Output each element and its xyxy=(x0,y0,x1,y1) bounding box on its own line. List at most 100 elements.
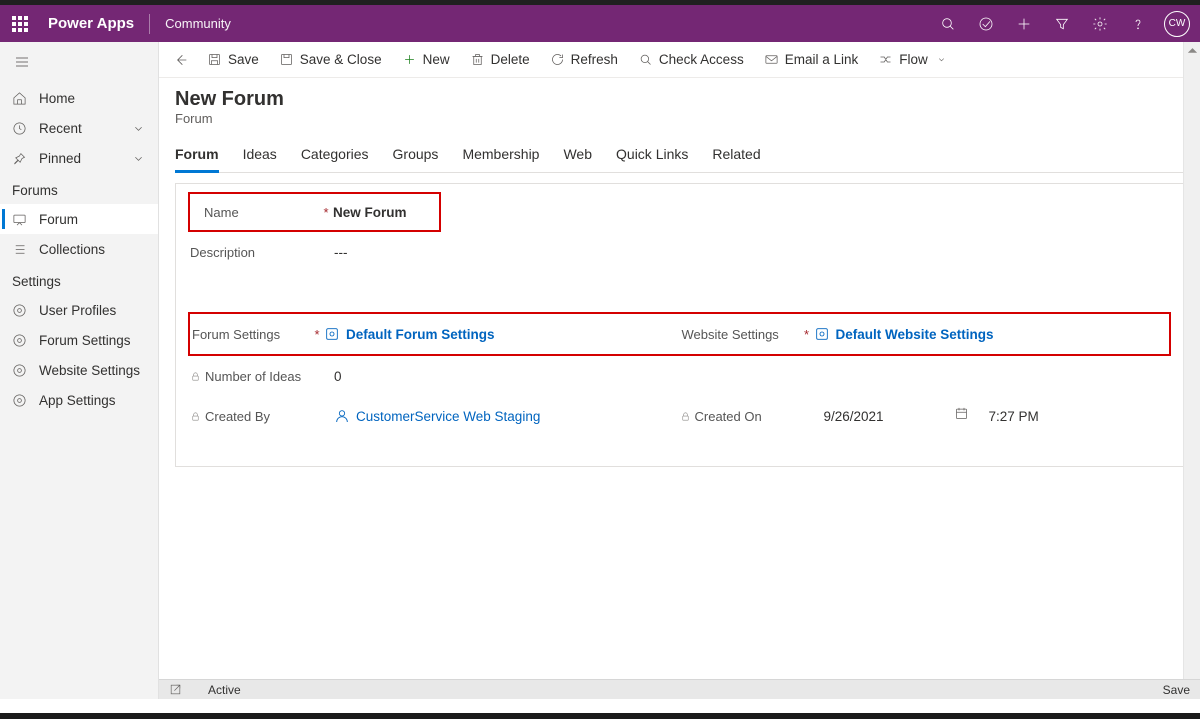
nav-label: Pinned xyxy=(39,151,81,166)
nav-section-forums: Forums xyxy=(0,173,158,204)
number-ideas-value: 0 xyxy=(334,369,342,384)
required-mark: * xyxy=(310,327,324,342)
created-on-label: Created On xyxy=(695,409,762,424)
description-label: Description xyxy=(190,245,255,260)
lock-icon xyxy=(680,411,691,422)
cmd-label: Flow xyxy=(899,52,928,67)
chevron-down-icon xyxy=(131,121,146,136)
number-ideas-label: Number of Ideas xyxy=(205,369,301,384)
sidebar: Home Recent Pinned Forums Forum Collecti… xyxy=(0,42,159,699)
environment-label[interactable]: Community xyxy=(165,16,231,31)
scroll-up-icon[interactable] xyxy=(1184,42,1200,59)
lock-icon xyxy=(190,371,201,382)
main-area: Save Save & Close New Delete Refresh Che… xyxy=(159,42,1200,699)
forum-settings-label: Forum Settings xyxy=(192,327,280,342)
chevron-down-icon xyxy=(936,54,947,65)
footer-band xyxy=(0,713,1200,719)
add-icon[interactable] xyxy=(1006,6,1042,42)
nav-forum-settings[interactable]: Forum Settings xyxy=(0,325,158,355)
target-icon[interactable] xyxy=(968,6,1004,42)
description-value[interactable]: --- xyxy=(334,245,348,260)
nav-app-settings[interactable]: App Settings xyxy=(0,385,158,415)
website-settings-label: Website Settings xyxy=(682,327,779,342)
nav-recent[interactable]: Recent xyxy=(0,113,158,143)
chevron-down-icon xyxy=(131,151,146,166)
cmd-label: Save xyxy=(228,52,259,67)
name-value[interactable]: New Forum xyxy=(333,205,407,220)
page-title: New Forum xyxy=(175,88,1184,111)
refresh-button[interactable]: Refresh xyxy=(540,42,628,78)
cmd-label: Refresh xyxy=(571,52,618,67)
command-bar: Save Save & Close New Delete Refresh Che… xyxy=(159,42,1200,78)
website-settings-lookup[interactable]: Default Website Settings xyxy=(814,326,994,342)
tab-categories[interactable]: Categories xyxy=(301,140,369,172)
created-on-time: 7:27 PM xyxy=(989,409,1039,424)
cmd-label: New xyxy=(423,52,450,67)
name-field-highlight: Name * New Forum xyxy=(188,192,441,232)
back-button[interactable] xyxy=(165,52,197,68)
lookup-icon xyxy=(324,326,340,342)
email-link-button[interactable]: Email a Link xyxy=(754,42,869,78)
filter-icon[interactable] xyxy=(1044,6,1080,42)
help-icon[interactable] xyxy=(1120,6,1156,42)
name-label: Name xyxy=(204,205,239,220)
nav-user-profiles[interactable]: User Profiles xyxy=(0,295,158,325)
cmd-label: Delete xyxy=(491,52,530,67)
separator xyxy=(149,14,150,34)
lock-icon xyxy=(190,411,201,422)
status-save-button[interactable]: Save xyxy=(1159,683,1190,697)
save-close-button[interactable]: Save & Close xyxy=(269,42,392,78)
page-subtitle: Forum xyxy=(175,111,1184,126)
nav-label: Collections xyxy=(39,242,105,257)
created-on-date: 9/26/2021 xyxy=(824,409,954,424)
record-state: Active xyxy=(208,683,241,697)
lookup-icon xyxy=(814,326,830,342)
settings-icon[interactable] xyxy=(1082,6,1118,42)
brand-label: Power Apps xyxy=(48,15,134,32)
save-button[interactable]: Save xyxy=(197,42,269,78)
nav-label: Website Settings xyxy=(39,363,140,378)
nav-label: Recent xyxy=(39,121,82,136)
nav-home[interactable]: Home xyxy=(0,83,158,113)
tab-ideas[interactable]: Ideas xyxy=(243,140,277,172)
popout-icon[interactable] xyxy=(169,683,182,696)
nav-collections[interactable]: Collections xyxy=(0,234,158,264)
tab-membership[interactable]: Membership xyxy=(462,140,539,172)
new-button[interactable]: New xyxy=(392,42,460,78)
search-icon[interactable] xyxy=(930,6,966,42)
tab-quick-links[interactable]: Quick Links xyxy=(616,140,688,172)
tab-related[interactable]: Related xyxy=(712,140,760,172)
forum-settings-value: Default Forum Settings xyxy=(346,327,495,342)
tab-forum[interactable]: Forum xyxy=(175,140,219,173)
flow-button[interactable]: Flow xyxy=(868,42,957,78)
app-header: Power Apps Community CW xyxy=(0,5,1200,42)
cmd-label: Email a Link xyxy=(785,52,859,67)
check-access-button[interactable]: Check Access xyxy=(628,42,754,78)
tab-web[interactable]: Web xyxy=(563,140,592,172)
calendar-icon[interactable] xyxy=(954,406,969,426)
nav-pinned[interactable]: Pinned xyxy=(0,143,158,173)
required-mark: * xyxy=(800,327,814,342)
nav-label: Home xyxy=(39,91,75,106)
waffle-icon[interactable] xyxy=(12,16,28,32)
nav-forum[interactable]: Forum xyxy=(0,204,158,234)
created-by-value[interactable]: CustomerService Web Staging xyxy=(334,408,540,424)
status-bar: Active Save xyxy=(159,679,1200,699)
hamburger-icon[interactable] xyxy=(0,50,158,83)
nav-website-settings[interactable]: Website Settings xyxy=(0,355,158,385)
created-by-label: Created By xyxy=(205,409,270,424)
delete-button[interactable]: Delete xyxy=(460,42,540,78)
form-card: Name * New Forum Description --- Forum S… xyxy=(175,183,1184,467)
website-settings-value: Default Website Settings xyxy=(836,327,994,342)
nav-label: Forum Settings xyxy=(39,333,131,348)
tab-groups[interactable]: Groups xyxy=(393,140,439,172)
scrollbar[interactable] xyxy=(1183,42,1200,679)
tabs: Forum Ideas Categories Groups Membership… xyxy=(175,140,1184,173)
person-icon xyxy=(334,408,350,424)
nav-label: Forum xyxy=(39,212,78,227)
forum-settings-lookup[interactable]: Default Forum Settings xyxy=(324,326,495,342)
status-save-label: Save xyxy=(1163,683,1190,697)
user-avatar[interactable]: CW xyxy=(1164,11,1190,37)
cmd-label: Save & Close xyxy=(300,52,382,67)
cmd-label: Check Access xyxy=(659,52,744,67)
